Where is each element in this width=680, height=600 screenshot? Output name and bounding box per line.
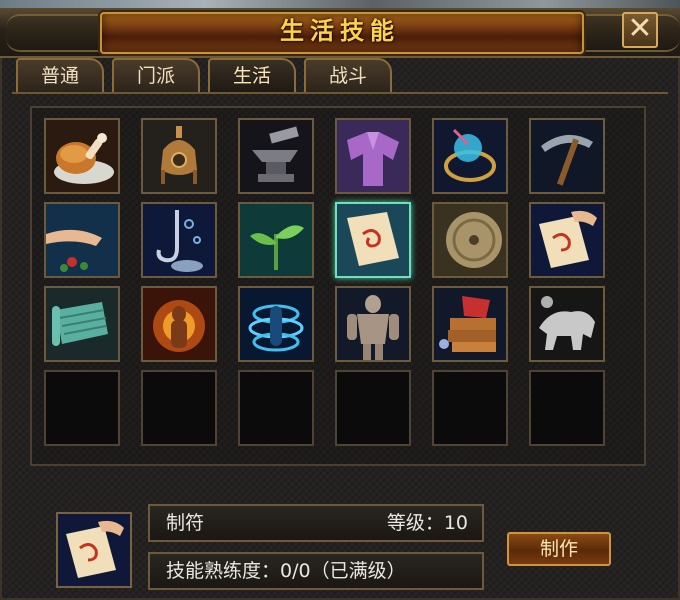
skill-slot-talisman-hand[interactable] <box>529 202 605 278</box>
skill-slot-body-training[interactable] <box>335 286 411 362</box>
tab-combat[interactable]: 战斗 <box>304 58 392 92</box>
pickaxe-icon <box>531 120 603 192</box>
skill-slot-jewelcraft[interactable] <box>432 118 508 194</box>
skill-slot-tailoring[interactable] <box>335 118 411 194</box>
skill-name: 制符 <box>166 512 205 534</box>
leather-book-icon <box>434 288 506 360</box>
skill-slot-herbalism[interactable] <box>44 202 120 278</box>
skill-slot-scroll[interactable] <box>44 286 120 362</box>
skill-proficiency: 技能熟练度：0/0（已满级） <box>166 560 406 582</box>
jewel-crafting-icon <box>434 120 506 192</box>
empty-skill-slot <box>529 370 605 446</box>
tab-normal[interactable]: 普通 <box>16 58 104 92</box>
alchemy-furnace-icon <box>143 120 215 192</box>
close-button[interactable]: ✕ <box>622 12 658 48</box>
skill-slot-alchemy[interactable] <box>141 118 217 194</box>
herb-gathering-icon <box>46 204 118 276</box>
millstone-icon <box>434 204 506 276</box>
fishing-hook-icon <box>143 204 215 276</box>
fire-aura-icon <box>143 288 215 360</box>
tab-life[interactable]: 生活 <box>208 58 296 92</box>
empty-skill-slot <box>141 370 217 446</box>
skill-slot-taming[interactable] <box>529 286 605 362</box>
seedling-icon <box>240 204 312 276</box>
empty-skill-slot <box>238 370 314 446</box>
silver-beast-icon <box>531 288 603 360</box>
anvil-hammer-icon <box>240 120 312 192</box>
skill-slot-bookbinding[interactable] <box>432 286 508 362</box>
muscle-body-icon <box>337 288 409 360</box>
water-aura-icon <box>240 288 312 360</box>
jade-scroll-icon <box>46 288 118 360</box>
skill-slot-fire-aura[interactable] <box>141 286 217 362</box>
tabs-divider <box>12 92 668 94</box>
empty-skill-slot <box>44 370 120 446</box>
skill-slot-forging[interactable] <box>238 118 314 194</box>
skill-slot-fishing[interactable] <box>141 202 217 278</box>
talisman-scroll-icon <box>337 204 409 276</box>
talisman-hand-icon <box>531 204 603 276</box>
roast-drumstick-icon <box>46 120 118 192</box>
skill-proficiency-box: 技能熟练度：0/0（已满级） <box>148 552 484 590</box>
empty-skill-slot <box>335 370 411 446</box>
skill-name-box: 制符 等级：10 <box>148 504 484 542</box>
skill-slot-cooking[interactable] <box>44 118 120 194</box>
skill-slot-water-aura[interactable] <box>238 286 314 362</box>
skill-slot-planting[interactable] <box>238 202 314 278</box>
skill-slot-mining[interactable] <box>529 118 605 194</box>
tab-sect[interactable]: 门派 <box>112 58 200 92</box>
window-title: 生活技能 <box>280 17 400 45</box>
skill-slot-talisman[interactable] <box>335 202 411 278</box>
talisman-scroll-icon <box>58 514 130 586</box>
make-button[interactable]: 制作 <box>507 532 611 566</box>
selected-skill-icon <box>56 512 132 588</box>
tailoring-robe-icon <box>337 120 409 192</box>
empty-skill-slot <box>432 370 508 446</box>
skill-level: 等级：10 <box>386 512 468 534</box>
skill-slot-grinding[interactable] <box>432 202 508 278</box>
